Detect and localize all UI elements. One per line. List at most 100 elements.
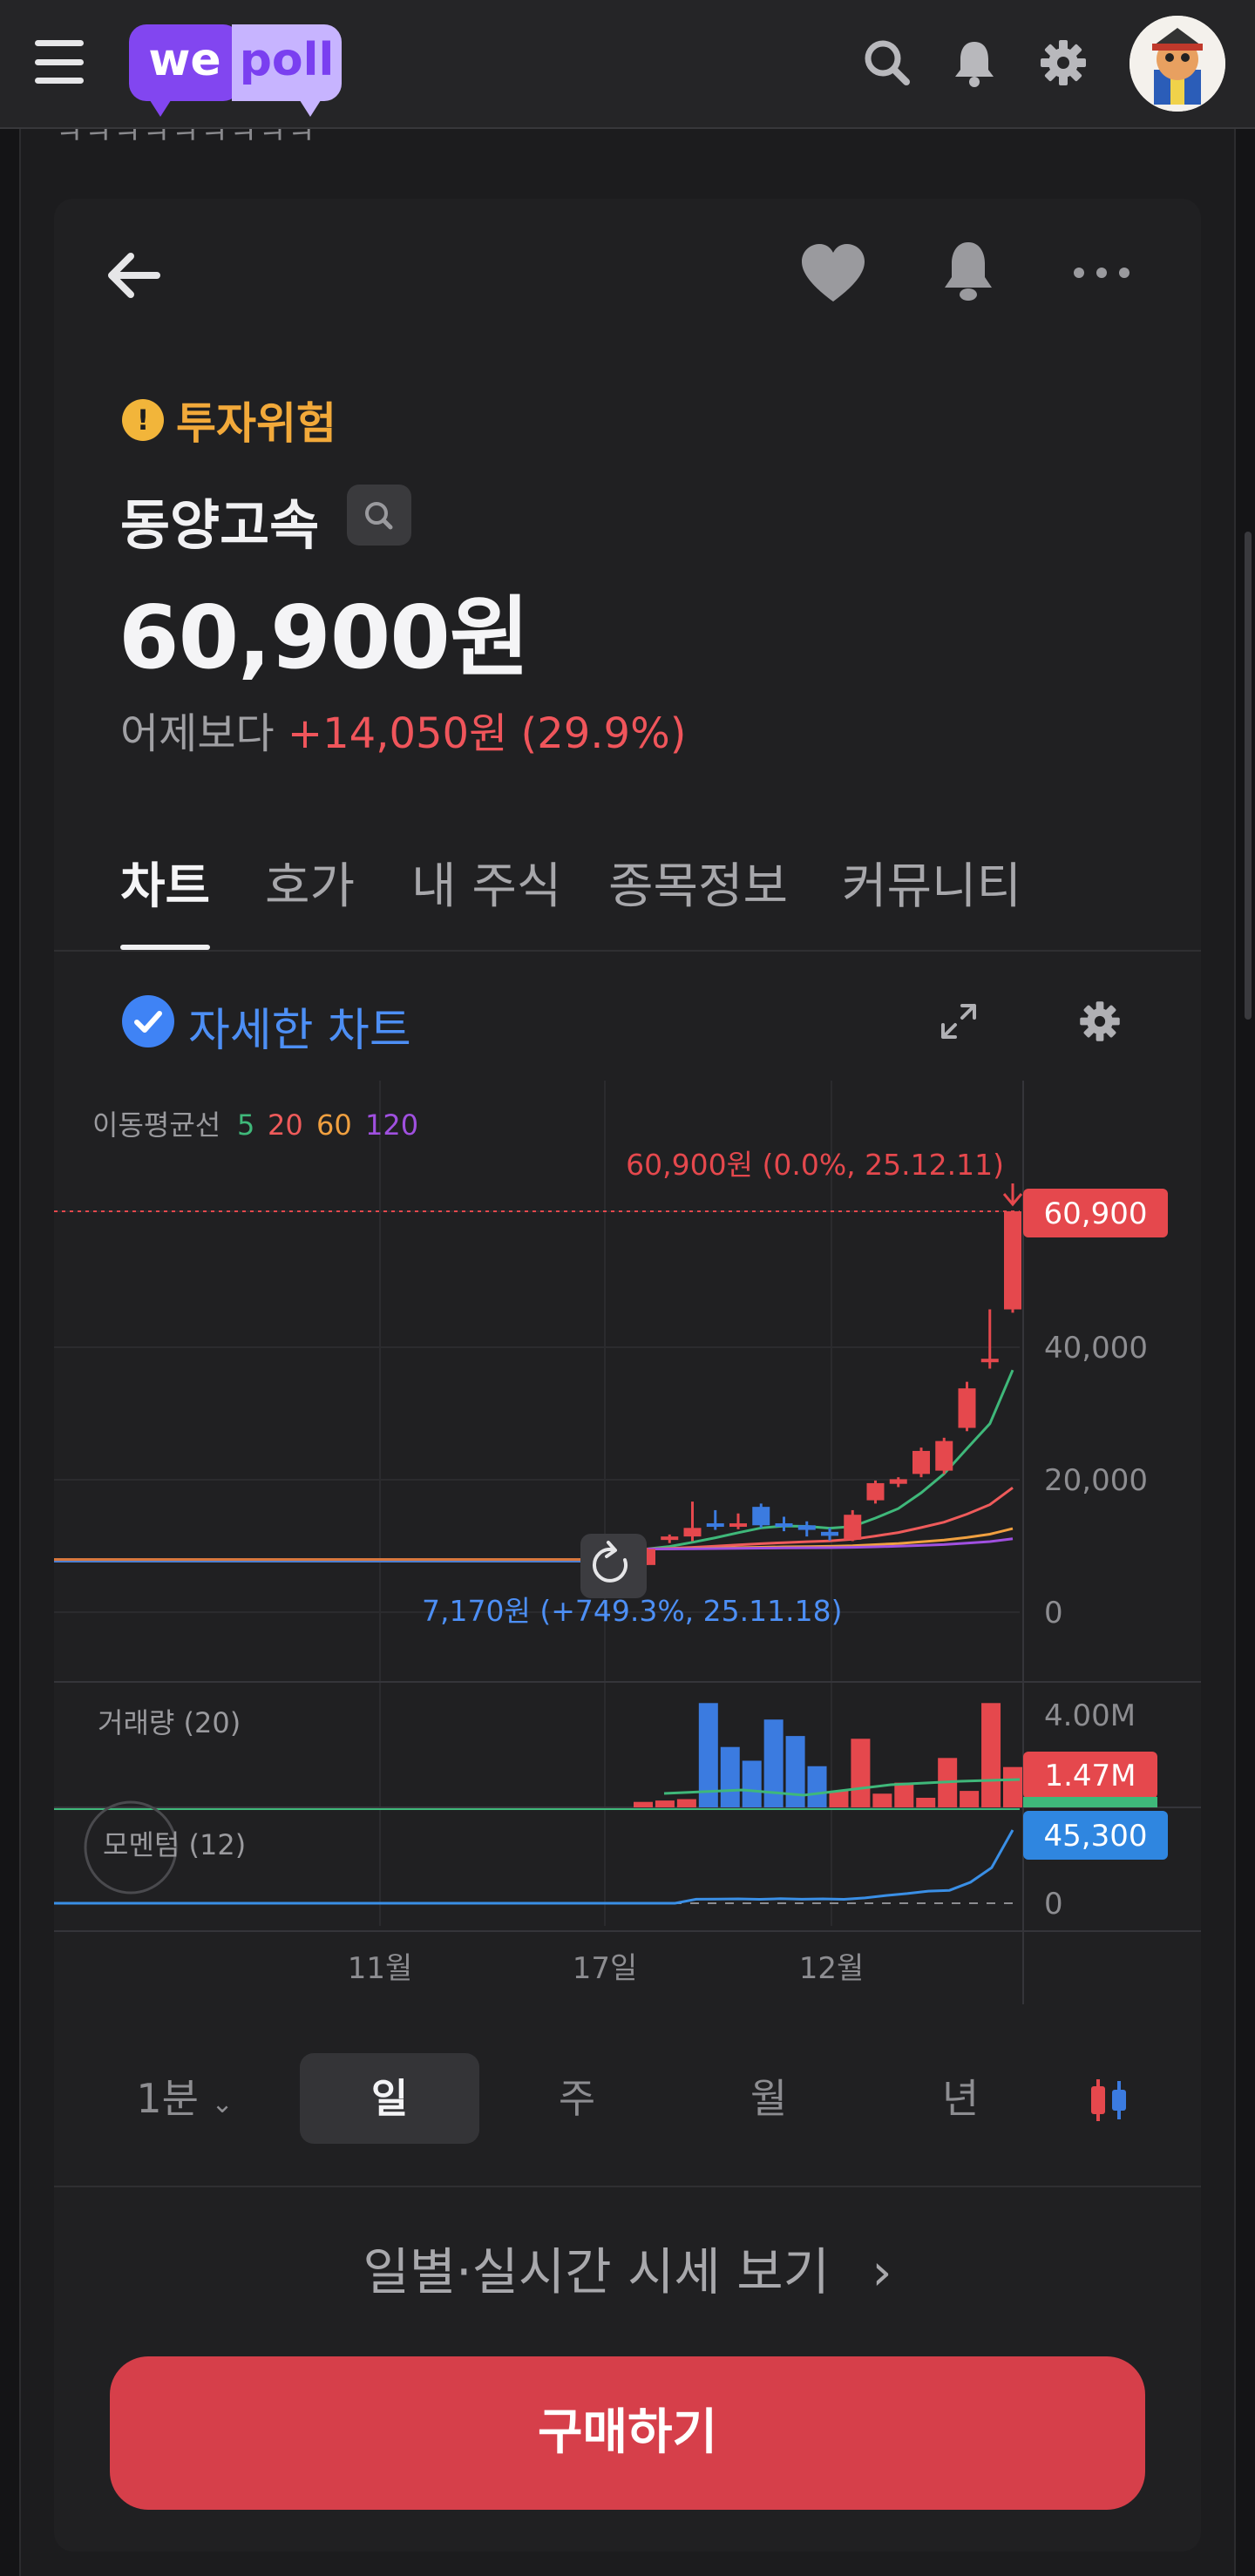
more-options-icon[interactable] — [1070, 260, 1133, 286]
risk-warning-badge: ! 투자위험 — [122, 389, 336, 451]
volume-bar — [916, 1797, 936, 1807]
candle-body — [958, 1388, 976, 1428]
indicator-zero-label: 0 — [1044, 1887, 1063, 1922]
volume-bar — [676, 1799, 696, 1807]
volume-bar — [785, 1736, 805, 1807]
period-year[interactable]: 년 — [908, 2053, 1013, 2144]
tab-orderbook[interactable]: 호가 — [265, 847, 355, 950]
candle-body — [889, 1479, 907, 1484]
stock-tabs: 차트 호가 내 주식 종목정보 커뮤니티 — [54, 847, 1201, 952]
high-annotation: 60,900원 (0.0%, 25.12.11) — [626, 1148, 1004, 1182]
ma-legend-item: 5 — [237, 1108, 254, 1142]
volume-bar — [655, 1800, 675, 1807]
change-label: 어제보다 — [120, 709, 275, 758]
volume-axis-max: 4.00M — [1044, 1698, 1136, 1733]
volume-bar — [634, 1801, 653, 1807]
volume-current-label: 1.47M — [1044, 1759, 1136, 1793]
candle-body — [844, 1515, 862, 1540]
candle-body — [775, 1523, 793, 1528]
volume-bar — [1003, 1766, 1022, 1807]
price-change: 어제보다 +14,050원 (29.9%) — [120, 699, 686, 760]
scrollbar[interactable] — [1245, 532, 1252, 1020]
tab-chart[interactable]: 차트 — [120, 847, 211, 950]
logo-we: we — [129, 24, 241, 117]
candle-body — [1004, 1211, 1021, 1310]
warning-icon: ! — [122, 399, 164, 441]
candle-body — [935, 1441, 953, 1471]
period-week[interactable]: 주 — [525, 2053, 629, 2144]
daily-realtime-price-link[interactable]: 일별·실시간 시세 보기 › — [54, 2231, 1201, 2304]
volume-bar — [742, 1760, 762, 1807]
ma-legend-label: 이동평균선 — [92, 1108, 220, 1142]
risk-label: 투자위험 — [176, 398, 336, 449]
ma-5-line — [646, 1369, 1014, 1550]
detail-chart-label[interactable]: 자세한 차트 — [188, 993, 411, 1059]
fullscreen-expand-icon[interactable] — [938, 1000, 980, 1042]
candle-body — [912, 1450, 930, 1474]
candlestick-chart[interactable]: 이동평균선 5 20 60 120 60,900원 (0.0%, 25.12.11) … — [54, 1081, 1201, 2004]
candle-body — [866, 1482, 885, 1501]
volume-label: 거래량 (20) — [98, 1706, 241, 1739]
volume-ma-tag — [1023, 1797, 1157, 1807]
chart-settings-gear-icon[interactable] — [1075, 997, 1124, 1046]
candle-body — [661, 1536, 679, 1541]
checkmark-icon — [134, 1011, 162, 1033]
search-icon[interactable] — [859, 35, 915, 91]
price-alert-bell-icon[interactable] — [938, 239, 999, 305]
menu-icon[interactable] — [35, 40, 84, 84]
period-selector: 1분 ⌄ 일 주 월 년 — [54, 2053, 1201, 2149]
stock-name: 동양고속 — [120, 493, 320, 557]
stock-search-button[interactable] — [347, 485, 411, 546]
volume-bar — [829, 1791, 849, 1807]
current-price-tag-label: 60,900 — [1044, 1196, 1148, 1231]
app-header: we poll — [0, 0, 1255, 129]
current-price: 60,900원 — [119, 586, 530, 688]
period-day[interactable]: 일 — [300, 2053, 479, 2144]
daily-link-label: 일별·실시간 시세 보기 — [363, 2242, 830, 2301]
volume-bar — [851, 1739, 871, 1807]
change-value: +14,050원 (29.9%) — [287, 709, 687, 758]
x-tick-label: 11월 — [348, 1951, 413, 1986]
candles — [638, 1211, 1021, 1565]
x-tick-label: 12월 — [799, 1951, 865, 1986]
price-tick-label: 20,000 — [1044, 1463, 1148, 1498]
indicator-current-label: 45,300 — [1044, 1819, 1148, 1854]
buy-button[interactable]: 구매하기 — [110, 2356, 1145, 2510]
x-tick-label: 17일 — [573, 1951, 638, 1986]
notification-bell-icon[interactable] — [946, 35, 1002, 91]
low-annotation: 7,170원 (+749.3%, 25.11.18) — [422, 1594, 842, 1628]
chart-reset-button[interactable] — [580, 1534, 647, 1598]
ma-legend-item: 120 — [365, 1108, 418, 1142]
logo-poll: poll — [232, 24, 342, 117]
period-1min-label: 1분 — [136, 2075, 199, 2122]
price-tick-label: 0 — [1044, 1596, 1063, 1630]
favorite-heart-icon[interactable] — [798, 242, 868, 305]
tab-stock-info[interactable]: 종목정보 — [608, 847, 788, 950]
tab-my-stock[interactable]: 내 주식 — [411, 847, 561, 950]
candle-body — [729, 1523, 747, 1528]
user-avatar[interactable] — [1130, 16, 1225, 112]
candle-body — [821, 1531, 838, 1536]
divider — [54, 2186, 1201, 2187]
period-month[interactable]: 월 — [716, 2053, 821, 2144]
gear-icon[interactable] — [1035, 35, 1091, 91]
back-arrow-icon[interactable] — [103, 244, 166, 307]
candle-body — [797, 1525, 816, 1530]
candle-body — [706, 1523, 724, 1528]
candle-body — [980, 1359, 999, 1363]
candle-body — [752, 1507, 770, 1526]
ma-legend-item: 60 — [316, 1108, 352, 1142]
search-icon — [365, 502, 393, 530]
detail-chart-checkbox[interactable] — [122, 995, 174, 1047]
tab-community[interactable]: 커뮤니티 — [842, 847, 1021, 950]
ma-legend: 5 20 60 120 — [237, 1108, 418, 1142]
volume-bar — [981, 1703, 1001, 1807]
wepoll-logo[interactable]: we poll — [129, 21, 345, 117]
price-tick-label: 40,000 — [1044, 1331, 1148, 1366]
candle-body — [683, 1528, 702, 1537]
candle-type-icon[interactable] — [1084, 2076, 1133, 2125]
volume-bar — [894, 1782, 914, 1807]
volume-bar — [807, 1766, 827, 1807]
period-1min-dropdown[interactable]: 1분 ⌄ — [124, 2053, 246, 2144]
indicator-label: 모멘텀 (12) — [103, 1828, 246, 1861]
